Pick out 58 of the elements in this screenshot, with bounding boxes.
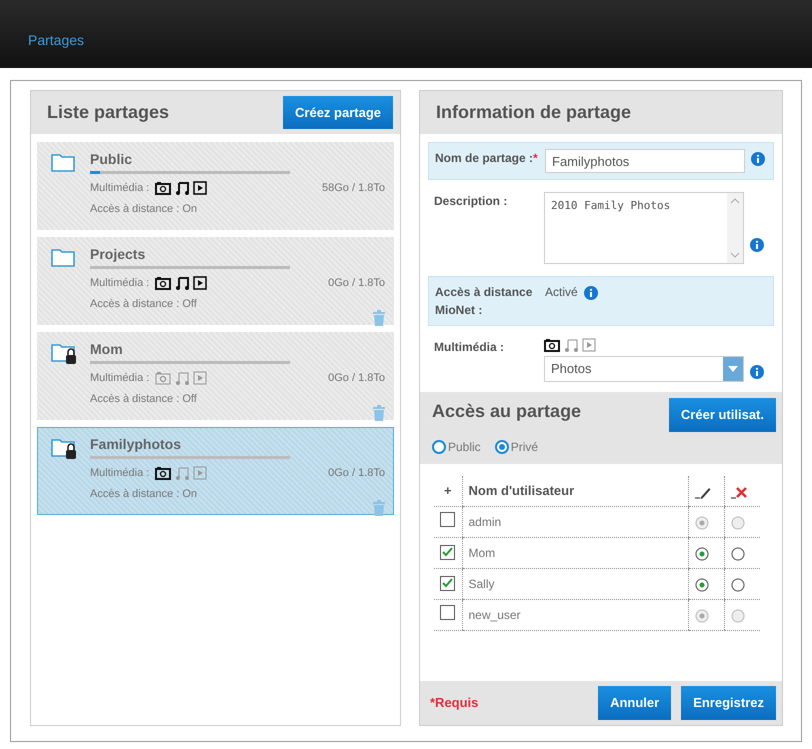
info-icon[interactable] bbox=[751, 152, 765, 166]
info-icon[interactable] bbox=[750, 238, 764, 252]
media-label: Multimédia : bbox=[90, 181, 150, 196]
remote-access-text: Accès à distance : On bbox=[90, 486, 197, 502]
usage-text: 58Go / 1.8To bbox=[322, 181, 385, 196]
radio-button[interactable] bbox=[694, 578, 708, 592]
required-note: *Requis bbox=[430, 694, 480, 712]
info-icon[interactable] bbox=[750, 365, 764, 379]
radio-button[interactable] bbox=[694, 546, 708, 561]
user-name: Sally bbox=[462, 568, 688, 600]
create-share-button[interactable]: Créez partage bbox=[283, 96, 393, 130]
scrollbar-icon bbox=[727, 193, 743, 263]
panel-title: Liste partages bbox=[47, 101, 170, 124]
description-field[interactable]: 2010 Family Photos bbox=[544, 192, 744, 264]
radio-button[interactable] bbox=[730, 546, 744, 561]
share-name: Public bbox=[90, 150, 134, 167]
media-label: Multimédia : bbox=[90, 466, 150, 481]
remote-status: Activé bbox=[545, 284, 578, 301]
section-title: Accès au partage bbox=[432, 400, 582, 423]
checkbox[interactable] bbox=[440, 576, 456, 590]
share-name-field[interactable]: Familyphotos bbox=[545, 149, 745, 173]
share-name: Mom bbox=[90, 340, 124, 357]
field-label: Description : bbox=[434, 193, 508, 210]
create-user-button[interactable]: Créer utilisat. bbox=[668, 398, 776, 432]
remote-access-text: Accès à distance : On bbox=[90, 202, 197, 216]
share-item[interactable]: Familyphotos Multimédia : 0Go / 1.8To Accès à distance : On bbox=[37, 427, 394, 515]
radio-label[interactable]: Privé bbox=[510, 438, 538, 456]
usage-text: 0Go / 1.8To bbox=[328, 371, 385, 386]
user-name: Mom bbox=[462, 538, 688, 568]
radio-button[interactable] bbox=[432, 440, 446, 454]
media-label: Multimédia : bbox=[90, 371, 150, 386]
usage-text: 0Go / 1.8To bbox=[328, 276, 385, 291]
radio-button[interactable] bbox=[730, 578, 744, 592]
media-type-select[interactable]: Photos bbox=[544, 356, 744, 382]
share-item[interactable]: Public Multimédia : 58Go / 1.8To Accès à distance : On bbox=[37, 142, 394, 230]
checkbox[interactable] bbox=[440, 544, 456, 560]
remote-access-text: Accès à distance : Off bbox=[90, 296, 197, 312]
share-name: Projects bbox=[90, 245, 146, 262]
media-label: Multimédia : bbox=[90, 276, 150, 291]
field-label: Accès à distance MioNet : bbox=[435, 284, 534, 319]
share-item[interactable]: Projects Multimédia : 0Go / 1.8To Accès à distance : Off bbox=[37, 237, 394, 325]
partages-link[interactable]: Partages bbox=[28, 32, 84, 48]
user-name: admin bbox=[462, 506, 688, 538]
radio-button[interactable] bbox=[494, 440, 509, 454]
usage-text: 0Go / 1.8To bbox=[328, 466, 385, 481]
user-name: new_user bbox=[462, 600, 688, 630]
field-label: Multimédia : bbox=[434, 339, 506, 356]
radio-label[interactable]: Public bbox=[448, 438, 481, 456]
remote-access-text: Accès à distance : Off bbox=[90, 392, 197, 406]
field-label: Nom de partage :* bbox=[435, 150, 539, 167]
share-item[interactable]: Mom Multimédia : 0Go / 1.8To Accès à distance : Off bbox=[37, 332, 394, 420]
save-button[interactable]: Enregistrez bbox=[681, 686, 776, 720]
cancel-button[interactable]: Annuler bbox=[598, 686, 672, 720]
column-header: Nom d'utilisateur bbox=[462, 476, 688, 506]
pencil-cross-icon bbox=[730, 484, 746, 499]
panel-title: Information de partage bbox=[436, 101, 632, 124]
share-name: Familyphotos bbox=[90, 435, 182, 452]
info-icon[interactable] bbox=[584, 286, 598, 300]
